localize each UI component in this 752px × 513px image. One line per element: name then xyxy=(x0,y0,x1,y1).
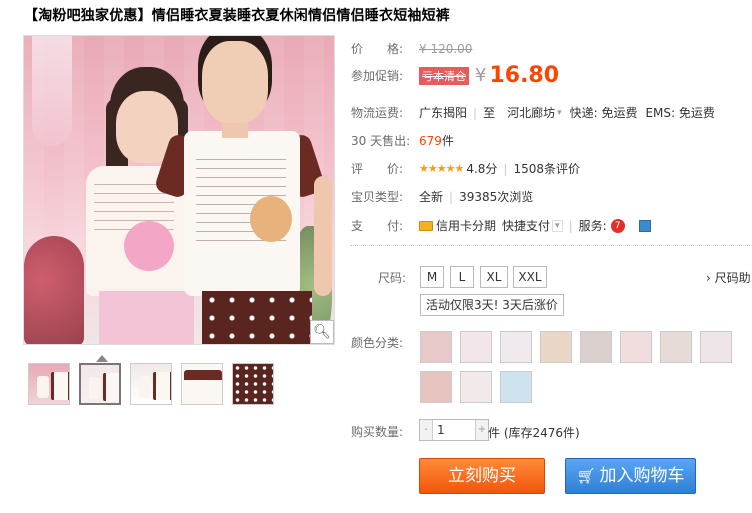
color-swatch[interactable] xyxy=(540,331,572,363)
promo-row: 参加促销: 亏本清仓 ¥ 16.80 xyxy=(351,63,559,88)
sales-row: 30 天售出: 679 件 xyxy=(351,132,454,149)
size-option-l[interactable]: L xyxy=(450,266,474,288)
payment-row: 支 付: 信用卡分期 快捷支付 ▾ | 服务: 7 xyxy=(351,217,651,234)
add-to-cart-label: 加入购物车 xyxy=(599,466,685,486)
thumbnail[interactable] xyxy=(232,363,274,405)
seven-day-return-icon[interactable]: 7 xyxy=(610,218,625,233)
rating-score: 4.8分 xyxy=(466,162,498,176)
ship-to-selector[interactable]: 至 河北廊坊 xyxy=(483,104,555,121)
color-label: 颜色分类: xyxy=(351,336,404,350)
rating-row: 评 价: ★★★★★ 4.8分 | 1508条评价 xyxy=(351,160,580,177)
quick-pay-link[interactable]: 快捷支付 xyxy=(502,217,550,234)
chevron-down-icon[interactable]: ▾ xyxy=(552,219,563,232)
thumbnail-strip xyxy=(28,363,274,405)
star-rating-icon: ★★★★★ xyxy=(419,162,464,175)
size-option-m[interactable]: M xyxy=(420,266,444,288)
chevron-down-icon[interactable]: ▾ xyxy=(557,108,562,118)
add-to-cart-button[interactable]: 🛒︎ 加入购物车 xyxy=(565,458,696,494)
currency-symbol: ¥ xyxy=(475,65,487,86)
service-label: 服务: xyxy=(578,219,607,233)
sales-count: 679 xyxy=(419,133,442,148)
color-swatch[interactable] xyxy=(500,331,532,363)
active-thumb-indicator xyxy=(96,355,108,362)
review-count-link[interactable]: 1508条评价 xyxy=(513,160,580,177)
color-swatch[interactable] xyxy=(700,331,732,363)
cart-icon: 🛒︎ xyxy=(576,467,596,485)
thumbnail[interactable] xyxy=(28,363,70,405)
thumbnail[interactable] xyxy=(130,363,172,405)
credit-installment-link[interactable]: 信用卡分期 xyxy=(436,217,496,234)
type-label: 宝贝类型: xyxy=(351,190,404,204)
price-label: 价 格: xyxy=(351,42,404,56)
color-swatch[interactable] xyxy=(460,371,492,403)
express-fee: 快递: 免运费 xyxy=(569,106,638,120)
magnifier-icon[interactable]: 🔍︎ xyxy=(310,320,334,344)
view-count: 39385次浏览 xyxy=(459,190,534,204)
payment-label: 支 付: xyxy=(351,219,404,233)
promo-price: 16.80 xyxy=(489,63,560,88)
credit-card-icon xyxy=(419,220,433,231)
stock-info: 件 (库存2476件) xyxy=(488,426,580,440)
size-label: 尺码: xyxy=(378,271,407,285)
quantity-input[interactable]: 1 xyxy=(432,420,476,440)
quantity-increment-button[interactable]: + xyxy=(476,420,488,440)
color-swatch[interactable] xyxy=(580,331,612,363)
promo-label: 参加促销: xyxy=(351,69,404,83)
thumbnail[interactable] xyxy=(181,363,223,405)
shipping-row: 物流运费: 广东揭阳 | 至 河北廊坊 ▾ 快递: 免运费 EMS: 免运费 xyxy=(351,104,715,121)
color-swatch[interactable] xyxy=(660,331,692,363)
image-lamp xyxy=(32,36,72,146)
image-figure-female-pants xyxy=(99,291,194,344)
promo-badge: 亏本清仓 xyxy=(419,66,469,85)
divider xyxy=(350,245,752,246)
color-swatch[interactable] xyxy=(460,331,492,363)
activity-notice: 活动仅限3天! 3天后涨价 xyxy=(420,294,564,316)
type-value: 全新 xyxy=(419,190,444,204)
main-product-image[interactable]: 🔍︎ xyxy=(23,35,335,345)
quantity-stepper: - 1 + xyxy=(419,419,489,441)
quantity-decrement-button[interactable]: - xyxy=(420,420,432,440)
sales-label: 30 天售出: xyxy=(351,134,411,148)
image-shirt-cartoon xyxy=(124,221,174,271)
type-row: 宝贝类型: 全新 | 39385次浏览 xyxy=(351,189,534,205)
service-guarantee-icon[interactable] xyxy=(638,219,651,232)
color-swatch[interactable] xyxy=(620,331,652,363)
rating-label: 评 价: xyxy=(351,162,404,176)
shipping-label: 物流运费: xyxy=(351,106,404,120)
image-shirt-cartoon xyxy=(250,196,292,242)
size-option-xl[interactable]: XL xyxy=(480,266,508,288)
color-swatch[interactable] xyxy=(420,371,452,403)
image-figure-male-head xyxy=(202,41,268,123)
quantity-label: 购买数量: xyxy=(351,425,404,439)
sales-unit: 件 xyxy=(441,134,454,148)
original-price: ¥ 120.00 xyxy=(419,41,473,56)
size-option-xxl[interactable]: XXL xyxy=(513,266,547,288)
image-figure-male-arm xyxy=(314,176,332,296)
buy-now-button[interactable]: 立刻购买 xyxy=(419,458,545,494)
image-chair xyxy=(24,236,84,344)
price-row: 价 格: ¥ 120.00 xyxy=(351,40,472,57)
color-swatch[interactable] xyxy=(500,371,532,403)
image-figure-male-shorts xyxy=(202,291,312,344)
ship-from: 广东揭阳 xyxy=(419,106,468,120)
ems-fee: EMS: 免运费 xyxy=(645,106,715,120)
size-guide-link[interactable]: › 尺码助 xyxy=(706,269,751,286)
color-swatch[interactable] xyxy=(420,331,452,363)
product-title: 【淘粉吧独家优惠】情侣睡衣夏装睡衣夏休闲情侣情侣睡衣短袖短裤 xyxy=(24,8,450,24)
thumbnail-selected[interactable] xyxy=(79,363,121,405)
